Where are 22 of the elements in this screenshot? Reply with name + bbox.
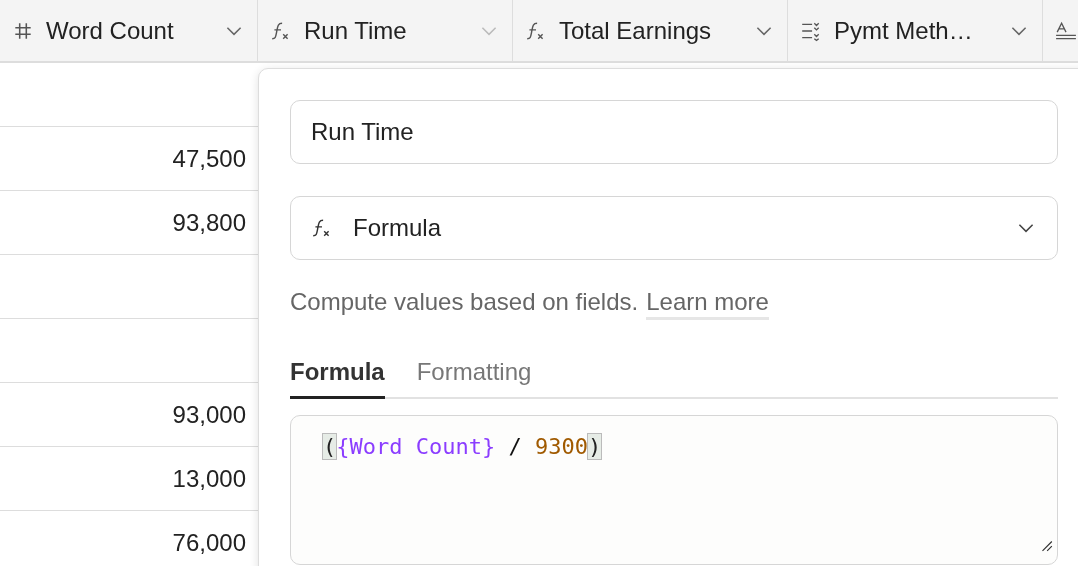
resize-handle-icon[interactable] (1039, 538, 1053, 552)
column-name: Pymt Meth… (834, 16, 974, 45)
column-name: Run Time (304, 16, 408, 45)
table-cell: 76,000 (172, 528, 246, 557)
column-header[interactable]: Word Count (0, 0, 258, 61)
description-text: Compute values based on fields. (290, 288, 639, 317)
table-cell: 47,500 (172, 144, 246, 173)
table-cell: 93,000 (172, 400, 246, 429)
learn-more-link[interactable]: Learn more (646, 288, 769, 320)
table-cell: 13,000 (172, 464, 246, 493)
table-cell: 93,800 (172, 208, 246, 237)
formula-editor[interactable]: ({Word Count} / 9300) (290, 415, 1058, 565)
column-name: Word Count (46, 16, 175, 45)
column-header[interactable]: Pymt Meth… (788, 0, 1043, 61)
column-header[interactable]: Total Earnings (513, 0, 788, 61)
tab[interactable]: Formula (290, 358, 385, 399)
text-type-icon (1055, 19, 1077, 42)
field-name-input[interactable]: Run Time (290, 100, 1058, 164)
tab[interactable]: Formatting (416, 358, 532, 399)
column-name: Total Earnings (559, 16, 713, 45)
column-header[interactable]: Run Time (258, 0, 513, 61)
field-type-dropdown[interactable]: Formula (290, 196, 1058, 260)
